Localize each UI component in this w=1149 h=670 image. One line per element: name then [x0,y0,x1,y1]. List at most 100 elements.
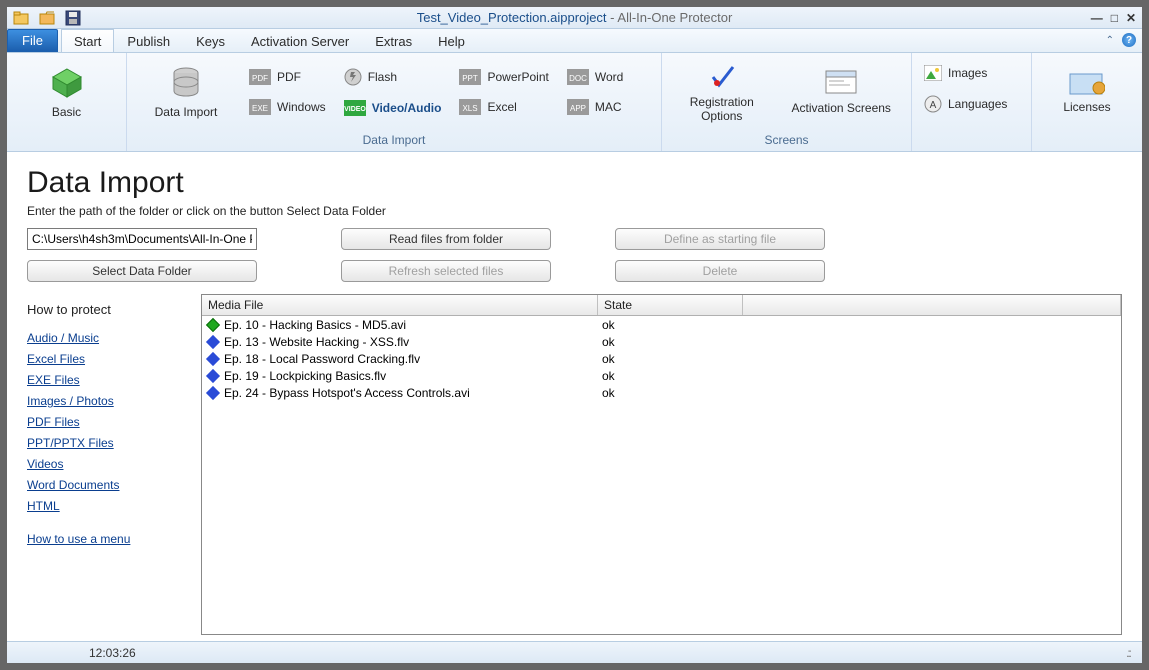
tab-activation-server[interactable]: Activation Server [238,29,362,52]
xls-icon: XLS [459,99,481,115]
link-audio[interactable]: Audio / Music [27,331,183,345]
license-icon [1069,70,1105,96]
sidebar-heading: How to protect [27,302,183,317]
file-menu-button[interactable]: File [7,29,58,52]
select-data-folder-button[interactable]: Select Data Folder [27,260,257,282]
link-html[interactable]: HTML [27,499,183,513]
file-name: Ep. 10 - Hacking Basics - MD5.avi [224,318,406,332]
window-icon [824,69,858,97]
close-button[interactable]: ✕ [1126,11,1136,25]
minimize-button[interactable]: — [1091,11,1103,25]
ribbon: Basic Data Import PDFPDF EXEWindows Flas… [7,53,1142,152]
ribbon-windows[interactable]: EXEWindows [249,99,326,115]
open-icon[interactable] [13,10,29,26]
col-state[interactable]: State [598,295,743,315]
ribbon-basic-label: Basic [52,105,81,119]
ribbon-group-data-import-label: Data Import [127,131,661,151]
table-row[interactable]: Ep. 24 - Bypass Hotspot's Access Control… [202,384,1121,401]
ribbon-data-import[interactable]: Data Import [141,65,231,119]
maximize-button[interactable]: □ [1111,11,1118,25]
ribbon-flash[interactable]: Flash [344,68,442,86]
ribbon-word[interactable]: DOCWord [567,69,623,85]
ribbon-excel[interactable]: XLSExcel [459,99,548,115]
image-icon [924,65,942,81]
tab-publish[interactable]: Publish [114,29,183,52]
define-starting-file-button[interactable]: Define as starting file [615,228,825,250]
ribbon-licenses[interactable]: Licenses [1046,70,1128,114]
link-pdf[interactable]: PDF Files [27,415,183,429]
table-row[interactable]: Ep. 10 - Hacking Basics - MD5.avi ok [202,316,1121,333]
svg-text:VIDEO: VIDEO [344,106,366,113]
statusbar: 12:03:26 .:: [7,641,1142,663]
link-howto-menu[interactable]: How to use a menu [27,532,183,546]
table-body: Ep. 10 - Hacking Basics - MD5.aviokEp. 1… [202,316,1121,634]
link-videos[interactable]: Videos [27,457,183,471]
read-files-button[interactable]: Read files from folder [341,228,551,250]
file-type-icon [206,368,220,382]
ribbon-data-import-label: Data Import [155,105,218,119]
table-row[interactable]: Ep. 13 - Website Hacking - XSS.flv ok [202,333,1121,350]
titlebar: Test_Video_Protection.aipproject - All-I… [7,7,1142,29]
app-window: Test_Video_Protection.aipproject - All-I… [0,0,1149,670]
ribbon-group-screens-label: Screens [662,131,911,151]
tab-extras[interactable]: Extras [362,29,425,52]
flash-icon [344,68,362,86]
project-name: Test_Video_Protection.aipproject [417,10,607,25]
file-name: Ep. 13 - Website Hacking - XSS.flv [224,335,409,349]
menubar: File Start Publish Keys Activation Serve… [7,29,1142,53]
folder-path-input[interactable] [27,228,257,250]
ribbon-mac[interactable]: APPMAC [567,99,623,115]
svg-text:A: A [930,100,937,111]
ribbon-registration-label: Registration Options [690,95,754,123]
page-subtitle: Enter the path of the folder or click on… [27,204,1122,218]
app-icon: APP [567,99,589,115]
ribbon-activation-screens[interactable]: Activation Screens [786,69,896,115]
tab-keys[interactable]: Keys [183,29,238,52]
help-sidebar: How to protect Audio / Music Excel Files… [27,294,183,635]
ribbon-languages[interactable]: ALanguages [924,95,1007,113]
link-word[interactable]: Word Documents [27,478,183,492]
file-type-icon [206,334,220,348]
link-ppt[interactable]: PPT/PPTX Files [27,436,183,450]
status-time: 12:03:26 [89,646,136,660]
ribbon-images[interactable]: Images [924,65,987,81]
ribbon-powerpoint[interactable]: PPTPowerPoint [459,69,548,85]
video-icon: VIDEO [344,100,366,116]
file-type-icon [206,385,220,399]
file-state: ok [602,318,747,332]
table-row[interactable]: Ep. 19 - Lockpicking Basics.flvok [202,367,1121,384]
table-row[interactable]: Ep. 18 - Local Password Cracking.flvok [202,350,1121,367]
check-icon [707,61,737,91]
tab-start[interactable]: Start [61,29,114,52]
ribbon-pdf[interactable]: PDFPDF [249,69,326,85]
link-excel[interactable]: Excel Files [27,352,183,366]
ribbon-basic[interactable]: Basic [22,65,112,119]
link-exe[interactable]: EXE Files [27,373,183,387]
ribbon-licenses-label: Licenses [1063,100,1110,114]
svg-text:PPT: PPT [463,74,479,83]
lang-icon: A [924,95,942,113]
tab-help[interactable]: Help [425,29,478,52]
link-images[interactable]: Images / Photos [27,394,183,408]
refresh-files-button[interactable]: Refresh selected files [341,260,551,282]
file-name: Ep. 18 - Local Password Cracking.flv [224,352,420,366]
delete-button[interactable]: Delete [615,260,825,282]
page-title: Data Import [27,166,1122,200]
collapse-ribbon-icon[interactable]: ⌃ [1106,35,1114,46]
ribbon-registration-options[interactable]: Registration Options [677,61,767,123]
resize-grip-icon[interactable]: .:: [1126,646,1130,660]
media-file-table: Media File State Ep. 10 - Hacking Basics… [201,294,1122,635]
col-media-file[interactable]: Media File [202,295,598,315]
database-icon [168,65,204,101]
folder-icon[interactable] [39,10,55,26]
help-icon[interactable]: ? [1122,33,1136,47]
save-icon[interactable] [65,10,81,26]
file-name: Ep. 19 - Lockpicking Basics.flv [224,369,386,383]
file-state: ok [602,335,747,349]
file-type-icon [206,351,220,365]
ribbon-video-audio[interactable]: VIDEOVideo/Audio [344,100,442,116]
svg-text:APP: APP [570,104,586,113]
ribbon-activation-label: Activation Screens [792,101,891,115]
exe-icon: EXE [249,99,271,115]
svg-text:EXE: EXE [252,104,268,113]
